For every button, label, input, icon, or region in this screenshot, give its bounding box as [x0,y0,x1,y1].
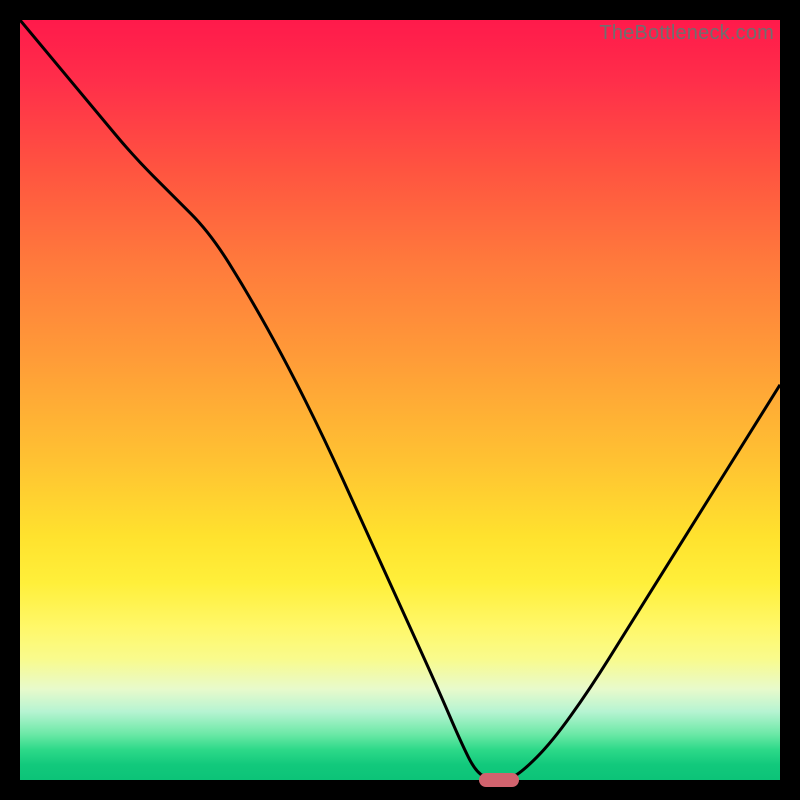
bottleneck-curve [20,20,780,780]
optimal-marker [479,773,519,787]
chart-frame: TheBottleneck.com [0,0,800,800]
curve-path [20,20,780,780]
plot-area: TheBottleneck.com [20,20,780,780]
